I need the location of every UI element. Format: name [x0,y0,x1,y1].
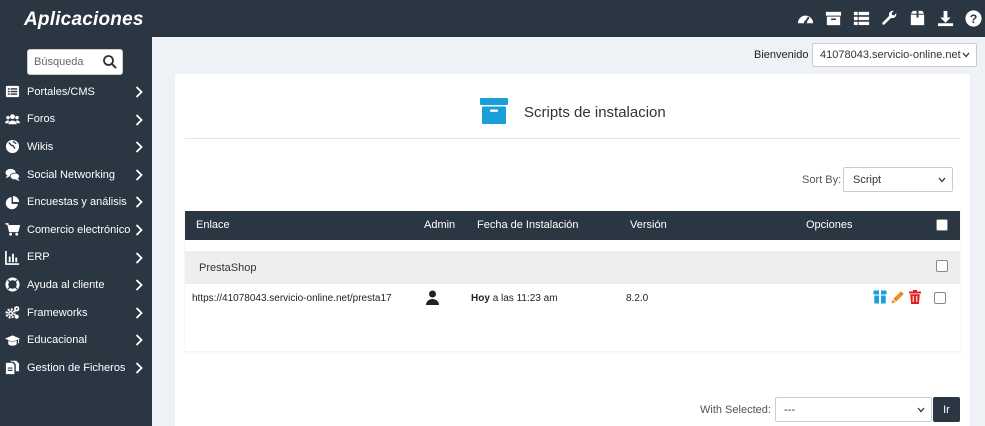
site-select[interactable]: 41078043.servicio-online.net [812,43,977,67]
cart-icon [4,222,20,238]
sidebar-item-foros[interactable]: Foros [0,106,152,134]
column-header-opciones: Opciones [806,219,853,231]
sidebar-item-comercio-electronico[interactable]: Comercio electrónico [0,216,152,244]
backup-icon[interactable] [873,290,887,304]
sidebar-item-portales-cms[interactable]: Portales/CMS [0,78,152,106]
svg-text:?: ? [970,12,978,26]
page-title: Scripts de instalacion [524,104,666,121]
sort-by-label: Sort By: [802,174,842,186]
pie-chart-icon [4,194,20,210]
list-icon [4,84,20,100]
chevron-down-icon [938,177,946,183]
sidebar-item-label: Social Networking [27,168,116,181]
group-checkbox[interactable] [936,260,948,272]
welcome-label: Bienvenido [754,49,809,61]
with-selected-label: With Selected: [700,404,771,416]
group-label: PrestaShop [199,262,257,274]
sidebar-item-label: Encuestas y análisis [27,196,127,209]
sidebar-item-label: Gestion de Ficheros [27,361,126,374]
graduation-cap-icon [4,332,20,348]
sidebar-item-label: ERP [27,251,50,264]
dashboard-icon[interactable] [796,9,815,28]
sidebar-item-erp[interactable]: ERP [0,244,152,272]
column-header-fecha: Fecha de Instalación [477,219,579,231]
site-select-value: 41078043.servicio-online.net [820,49,961,61]
install-version: 8.2.0 [626,293,649,304]
download-icon[interactable] [936,9,955,28]
chevron-right-icon [135,196,143,209]
column-header-enlace: Enlace [196,219,230,231]
installations-table: Enlace Admin Fecha de Instalación Versió… [185,211,960,351]
sort-by-select[interactable]: Script [843,167,953,192]
search-icon[interactable] [102,54,118,70]
sidebar-item-educacional[interactable]: Educacional [0,326,152,354]
list-icon[interactable] [852,9,871,28]
table-header: Enlace Admin Fecha de Instalación Versió… [185,211,960,240]
install-date-time: a las 11:23 am [492,293,558,304]
sidebar-item-label: Comercio electrónico [27,223,131,236]
edit-icon[interactable] [891,290,905,304]
install-date: Hoy a las 11:23 am [471,293,558,304]
chevron-right-icon [135,141,143,153]
with-selected-select[interactable]: --- [775,397,932,422]
with-selected-value: --- [784,404,795,416]
install-date-day: Hoy [471,293,490,304]
sidebar-item-label: Foros [27,113,56,126]
go-button[interactable]: Ir [933,397,960,422]
lifebuoy-icon [4,277,20,293]
sidebar-item-ayuda-al-cliente[interactable]: Ayuda al cliente [0,271,152,299]
chevron-right-icon [135,362,143,374]
table-row: https://41078043.servicio-online.net/pre… [185,284,960,312]
sidebar-item-label: Ayuda al cliente [27,278,105,291]
chevron-right-icon [135,279,143,291]
gears-icon [4,305,20,321]
search-box [27,49,123,75]
chevron-right-icon [135,169,143,181]
panel-header: Scripts de instalacion [185,74,960,139]
sidebar-item-social-networking[interactable]: Social Networking [0,161,152,189]
sidebar-item-wikis[interactable]: Wikis [0,133,152,161]
column-header-admin: Admin [424,219,456,231]
search-input[interactable] [34,50,104,74]
files-icon [4,360,20,376]
delete-icon[interactable] [908,290,922,304]
chevron-down-icon [962,52,970,58]
chevron-right-icon [135,251,143,264]
sidebar-nav: Portales/CMS Foros Wikis Social Networki… [0,78,152,382]
chevron-right-icon [135,334,143,346]
chevron-right-icon [135,113,143,126]
box-icon [480,98,508,124]
app-title: Aplicaciones [24,9,144,30]
group-row: PrestaShop [185,251,960,284]
install-link[interactable]: https://41078043.servicio-online.net/pre… [192,293,392,304]
wrench-icon[interactable] [880,9,899,28]
top-bar: Aplicaciones ? [0,0,985,37]
chevron-right-icon [135,307,143,319]
sidebar: Portales/CMS Foros Wikis Social Networki… [0,37,152,426]
globe-icon [4,139,20,155]
help-icon[interactable]: ? [964,9,983,28]
column-header-version: Versión [630,219,667,231]
sort-by-value: Script [853,174,882,186]
sidebar-item-gestion-de-ficheros[interactable]: Gestion de Ficheros [0,354,152,382]
comments-icon [4,167,20,183]
sidebar-item-encuestas[interactable]: Encuestas y análisis [0,188,152,216]
row-checkbox[interactable] [934,292,946,304]
top-icon-bar: ? [796,0,985,37]
main-panel: Scripts de instalacion Sort By: Script E… [175,74,970,426]
sidebar-item-label: Wikis [27,140,54,153]
chevron-down-icon [917,407,925,413]
chevron-right-icon [135,86,143,98]
sidebar-item-frameworks[interactable]: Frameworks [0,299,152,327]
sidebar-item-label: Educacional [27,334,87,347]
select-all-checkbox[interactable] [936,219,948,231]
chevron-right-icon [135,224,143,236]
sidebar-item-label: Portales/CMS [27,85,95,98]
archive-icon[interactable] [824,9,843,28]
users-icon [4,111,20,127]
admin-user-icon[interactable] [426,290,439,305]
box-icon[interactable] [908,9,927,28]
bar-chart-icon [4,249,20,265]
sidebar-item-label: Frameworks [27,306,88,319]
